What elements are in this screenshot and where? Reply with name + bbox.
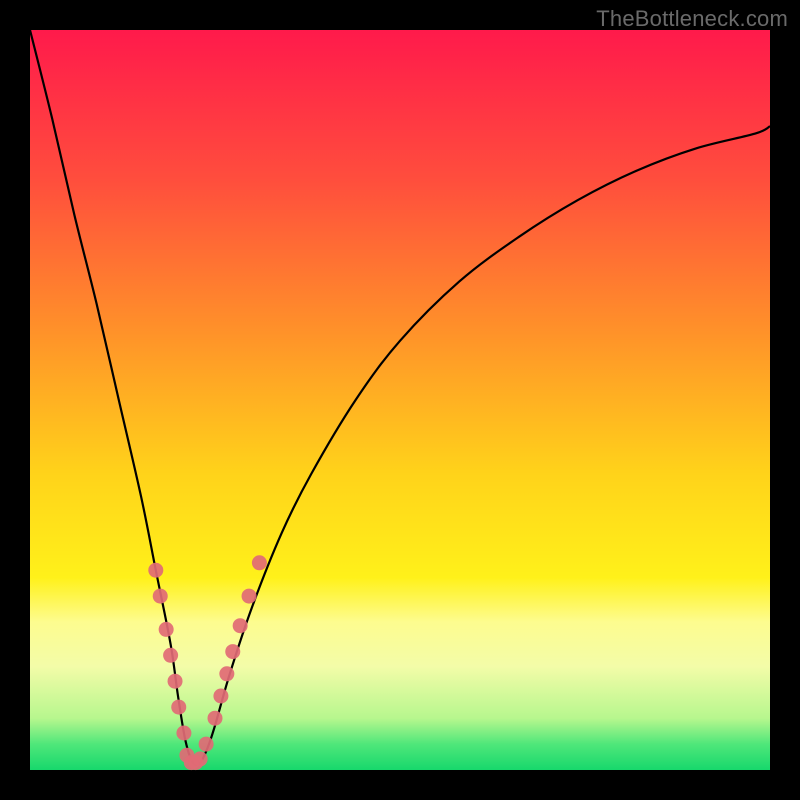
highlight-dot [163,648,178,663]
highlight-dot [193,751,208,766]
highlight-dot [148,563,163,578]
highlight-dot [233,618,248,633]
highlight-dot [153,589,168,604]
highlight-dot [176,726,191,741]
highlight-dot [225,644,240,659]
watermark-text: TheBottleneck.com [596,6,788,32]
highlight-dot [168,674,183,689]
highlight-dot [213,689,228,704]
plot-background [30,30,770,770]
chart-frame: TheBottleneck.com [0,0,800,800]
highlight-dot [159,622,174,637]
highlight-dot [171,700,186,715]
highlight-dot [208,711,223,726]
highlight-dot [252,555,267,570]
highlight-dot [219,666,234,681]
highlight-dot [242,589,257,604]
bottleneck-chart-svg [0,0,800,800]
highlight-dot [199,737,214,752]
